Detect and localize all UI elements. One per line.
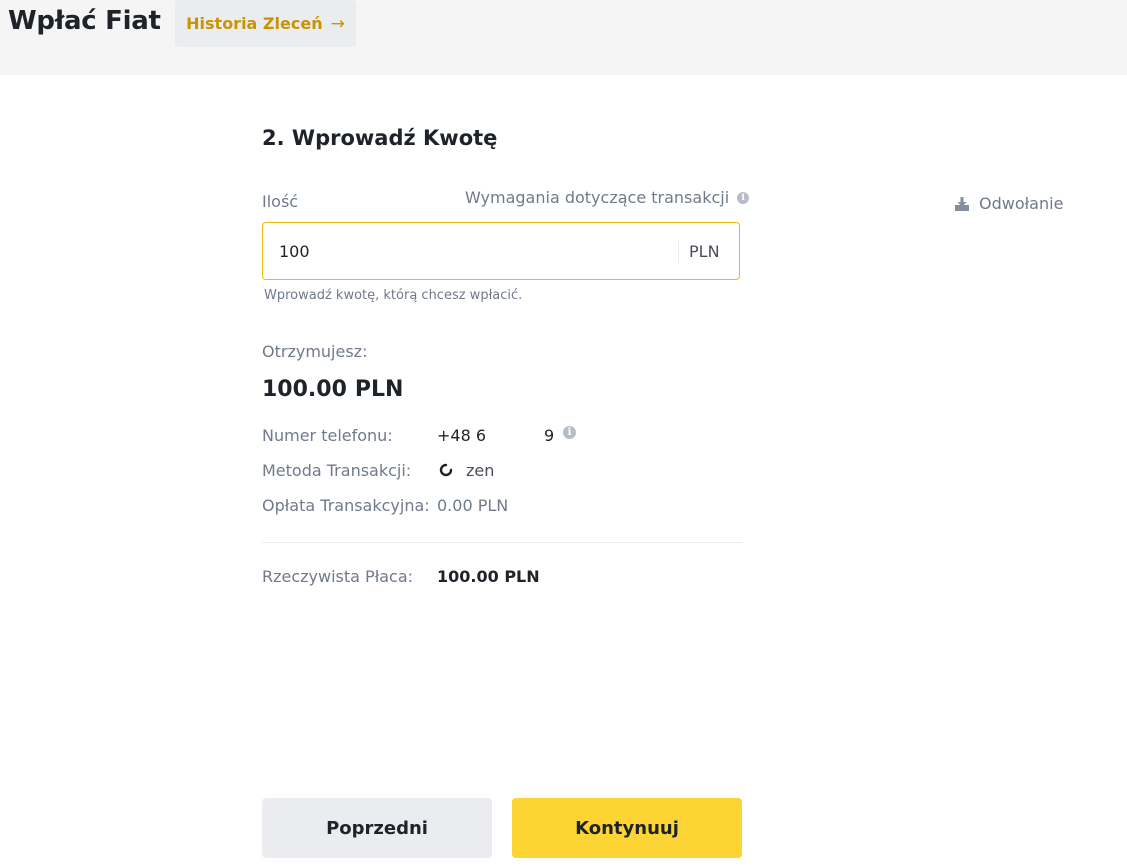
top-bar: Wpłać Fiat Historia Zleceń → — [0, 0, 1127, 75]
previous-button[interactable]: Poprzedni — [262, 798, 492, 858]
amount-hint: Wprowadź kwotę, którą chcesz wpłacić. — [264, 288, 523, 303]
currency-unit: PLN — [689, 242, 720, 261]
continue-button[interactable]: Kontynuuj — [512, 798, 742, 858]
real-payment-value: 100.00 PLN — [437, 567, 540, 586]
zen-logo-icon — [439, 463, 453, 477]
receive-amount-number: 100.00 — [262, 377, 347, 402]
phone-value-start: +48 6 — [437, 426, 487, 445]
fee-value: 0.00 PLN — [437, 496, 509, 515]
receive-amount: 100.00 PLN — [262, 377, 403, 402]
step-title: 2. Wprowadź Kwotę — [262, 126, 498, 150]
refund-label: Odwołanie — [979, 194, 1064, 213]
method-label: Metoda Transakcji: — [262, 461, 412, 480]
arrow-right-icon: → — [330, 13, 345, 34]
amount-label: Ilość — [262, 192, 299, 211]
order-history-button[interactable]: Historia Zleceń → — [175, 0, 356, 47]
real-payment-label: Rzeczywista Płaca: — [262, 567, 414, 586]
summary-divider — [262, 542, 742, 543]
transaction-requirements-label: Wymagania dotyczące transakcji — [465, 188, 730, 207]
unit-divider — [678, 241, 679, 263]
refund-link[interactable]: Odwołanie — [954, 194, 1063, 213]
info-icon: i — [737, 191, 750, 204]
transaction-requirements-link[interactable]: Wymagania dotyczące transakcji i — [465, 188, 750, 207]
fee-label: Opłata Transakcyjna: — [262, 496, 430, 515]
method-value: zen — [466, 461, 495, 480]
receive-label: Otrzymujesz: — [262, 342, 368, 361]
order-history-label: Historia Zleceń — [186, 14, 323, 33]
amount-input[interactable] — [279, 223, 659, 279]
phone-value-end: 9 — [544, 426, 555, 445]
phone-label: Numer telefonu: — [262, 426, 393, 445]
download-tray-icon — [955, 196, 969, 211]
amount-field: PLN — [262, 222, 740, 280]
page-title: Wpłać Fiat — [8, 6, 161, 36]
receive-currency: PLN — [354, 377, 404, 402]
info-icon[interactable]: i — [563, 426, 576, 439]
